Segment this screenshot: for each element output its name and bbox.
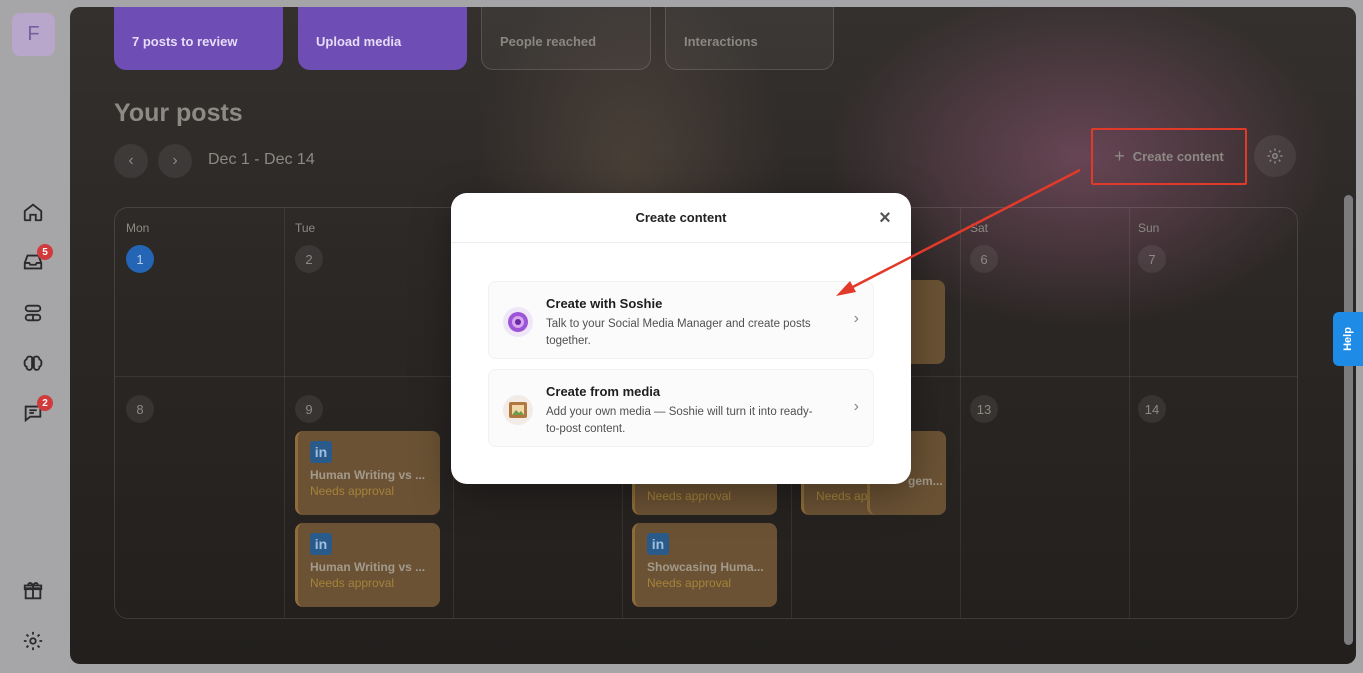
day-number[interactable]: 8: [126, 395, 154, 423]
inbox-badge: 5: [37, 244, 53, 260]
chevron-right-icon: ›: [853, 310, 859, 327]
post-card[interactable]: in Showcasing Huma... Needs approval: [632, 523, 777, 607]
day-number-today[interactable]: 1: [126, 245, 154, 273]
chevron-left-icon: ‹: [128, 152, 134, 169]
comments-icon[interactable]: 2: [22, 395, 53, 426]
brain-icon[interactable]: [22, 352, 46, 376]
plus-icon: +: [1114, 146, 1125, 166]
day-number[interactable]: 14: [1138, 395, 1166, 423]
day-number[interactable]: 7: [1138, 245, 1166, 273]
create-with-soshie-option[interactable]: Create with Soshie Talk to your Social M…: [488, 281, 874, 359]
day-number[interactable]: 2: [295, 245, 323, 273]
date-range: Dec 1 - Dec 14: [208, 151, 315, 168]
day-label-sat: Sat: [970, 221, 989, 235]
post-status: Needs approval: [647, 489, 732, 503]
left-sidebar: F 5 2: [0, 0, 70, 673]
avatar-letter: F: [27, 23, 40, 45]
create-content-modal: Create content × Create with Soshie Talk…: [451, 193, 911, 484]
create-from-media-option[interactable]: Create from media Add your own media — S…: [488, 369, 874, 447]
posts-to-review-card[interactable]: 7 posts to review: [114, 7, 283, 70]
post-title: gem...: [908, 474, 943, 488]
option-description: Add your own media — Soshie will turn it…: [546, 406, 813, 435]
linkedin-icon: in: [647, 533, 669, 555]
interactions-card[interactable]: Interactions: [665, 7, 834, 70]
post-card[interactable]: in Human Writing vs ... Needs approval: [295, 431, 440, 515]
linkedin-icon: in: [310, 441, 332, 463]
post-card[interactable]: in Human Writing vs ... Needs approval: [295, 523, 440, 607]
inbox-icon[interactable]: 5: [22, 244, 53, 275]
day-label-tue: Tue: [295, 221, 316, 235]
next-range-button[interactable]: ›: [158, 144, 192, 178]
home-icon[interactable]: [22, 201, 46, 225]
day-number[interactable]: 6: [970, 245, 998, 273]
create-content-label: Create content: [1132, 149, 1224, 164]
day-number[interactable]: 13: [970, 395, 998, 423]
day-label-mon: Mon: [126, 221, 150, 235]
post-title: Human Writing vs ...: [310, 560, 426, 574]
workspace-avatar[interactable]: F: [12, 13, 55, 56]
page-title: Your posts: [114, 99, 243, 127]
post-status: Needs approval: [310, 484, 395, 498]
post-status: Needs approval: [647, 576, 732, 590]
picture-frame-icon: [503, 395, 533, 425]
chevron-right-icon: ›: [853, 398, 859, 415]
gift-icon[interactable]: [22, 580, 46, 604]
people-reached-label: People reached: [500, 34, 597, 49]
upload-media-card[interactable]: Upload media: [298, 7, 467, 70]
upload-media-label: Upload media: [316, 34, 402, 49]
option-title: Create from media: [546, 384, 661, 399]
prev-range-button[interactable]: ‹: [114, 144, 148, 178]
posts-to-review-label: 7 posts to review: [132, 34, 238, 49]
scrollbar-thumb[interactable]: [1344, 195, 1353, 645]
option-title: Create with Soshie: [546, 296, 663, 311]
post-title: Human Writing vs ...: [310, 468, 426, 482]
settings-icon[interactable]: [22, 630, 46, 654]
soshie-avatar-icon: [503, 307, 533, 337]
modal-header: Create content ×: [451, 193, 911, 243]
people-reached-card[interactable]: People reached: [481, 7, 651, 70]
create-content-button[interactable]: + Create content: [1091, 128, 1247, 185]
option-description: Talk to your Social Media Manager and cr…: [546, 318, 811, 347]
help-tab[interactable]: Help: [1333, 312, 1363, 366]
day-label-sun: Sun: [1138, 221, 1160, 235]
post-status: Needs approval: [310, 576, 395, 590]
layout-icon[interactable]: [22, 302, 46, 326]
interactions-label: Interactions: [684, 34, 758, 49]
linkedin-icon: in: [310, 533, 332, 555]
post-title: Showcasing Huma...: [647, 560, 764, 574]
comments-badge: 2: [37, 395, 53, 411]
modal-title: Create content: [635, 210, 727, 225]
help-label: Help: [1342, 327, 1354, 351]
gear-icon: [1267, 148, 1283, 164]
close-icon[interactable]: ×: [875, 207, 895, 229]
day-number[interactable]: 9: [295, 395, 323, 423]
chevron-right-icon: ›: [172, 152, 178, 169]
calendar-settings-button[interactable]: [1254, 135, 1296, 177]
